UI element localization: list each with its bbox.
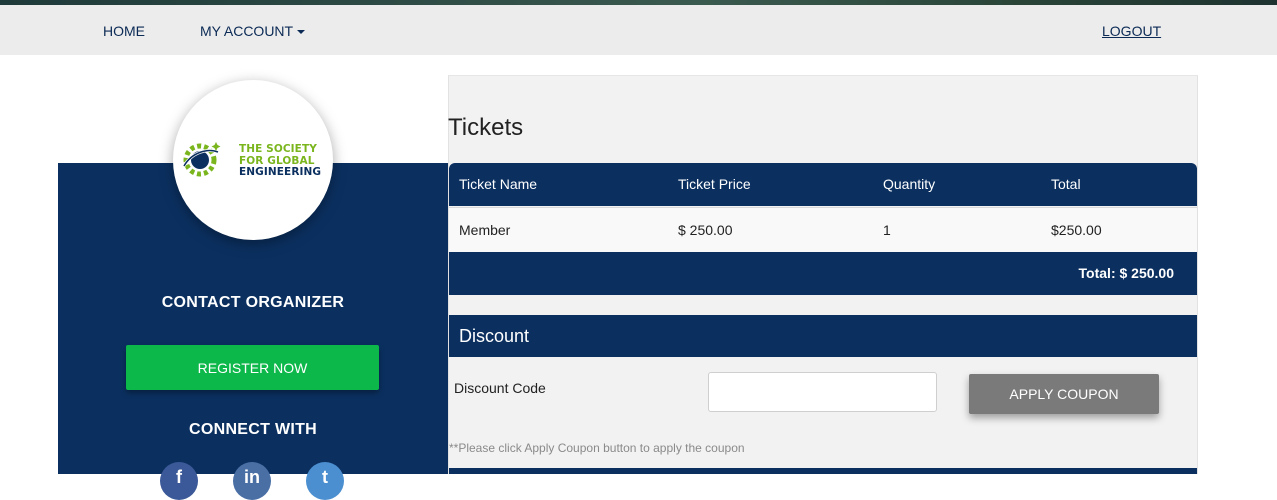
nav-my-account-label: MY ACCOUNT bbox=[200, 23, 294, 39]
column-header-quantity: Quantity bbox=[883, 176, 936, 192]
column-header-ticket-price: Ticket Price bbox=[678, 176, 751, 192]
ticket-total-cell: $250.00 bbox=[1051, 222, 1102, 238]
logo-line-1: THE SOCIETY bbox=[239, 143, 317, 155]
discount-section-header: Discount bbox=[449, 315, 1197, 357]
table-row: Member $ 250.00 1 $250.00 bbox=[449, 207, 1197, 252]
tickets-heading: Tickets bbox=[448, 114, 524, 141]
caret-down-icon bbox=[297, 30, 306, 35]
register-now-button[interactable]: REGISTER NOW bbox=[126, 345, 379, 390]
column-header-total: Total bbox=[1051, 176, 1081, 192]
ticket-quantity-cell: 1 bbox=[883, 222, 891, 238]
discount-code-input[interactable] bbox=[708, 372, 937, 412]
nav-logout-link[interactable]: LOGOUT bbox=[1102, 23, 1161, 39]
ticket-name-cell: Member bbox=[459, 222, 511, 238]
nav-home-link[interactable]: HOME bbox=[103, 23, 145, 39]
gear-globe-logo-icon bbox=[182, 142, 221, 177]
discount-code-label: Discount Code bbox=[454, 380, 546, 396]
next-section-header bbox=[449, 468, 1197, 474]
apply-coupon-button[interactable]: APPLY COUPON bbox=[969, 374, 1159, 414]
linkedin-icon[interactable]: in bbox=[233, 462, 271, 500]
twitter-icon[interactable]: t bbox=[306, 462, 344, 500]
top-navbar: HOME MY ACCOUNT LOGOUT bbox=[0, 5, 1277, 55]
column-header-ticket-name: Ticket Name bbox=[459, 176, 538, 192]
connect-with-heading: CONNECT WITH bbox=[188, 421, 318, 438]
tickets-table-header: Ticket Name Ticket Price Quantity Total bbox=[449, 163, 1197, 206]
coupon-hint-text: **Please click Apply Coupon button to ap… bbox=[449, 441, 745, 455]
organizer-logo-text: THE SOCIETY FOR GLOBAL ENGINEERING bbox=[239, 143, 322, 179]
contact-organizer-heading[interactable]: CONTACT ORGANIZER bbox=[58, 294, 448, 312]
grand-total: Total: $ 250.00 bbox=[1078, 265, 1174, 281]
discount-heading: Discount bbox=[459, 326, 530, 346]
facebook-icon[interactable]: f bbox=[160, 462, 198, 500]
logo-line-3: ENGINEERING bbox=[239, 166, 322, 178]
tickets-table-footer: Total: $ 250.00 bbox=[449, 252, 1197, 295]
nav-my-account-dropdown[interactable]: MY ACCOUNT bbox=[200, 23, 306, 39]
ticket-price-cell: $ 250.00 bbox=[678, 222, 733, 238]
